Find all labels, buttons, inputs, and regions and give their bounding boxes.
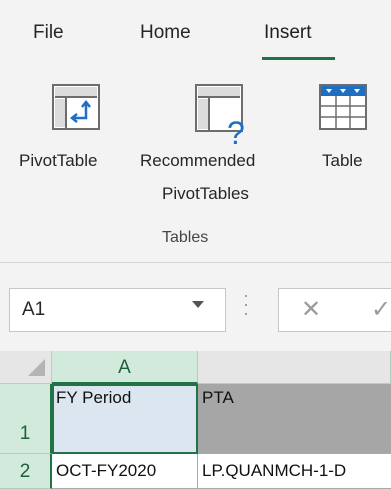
column-header-b[interactable] bbox=[198, 351, 391, 384]
worksheet-grid: A 1 FY Period PTA 2 OCT-FY2020 LP.QUANMC… bbox=[0, 351, 391, 489]
ribbon: File Home Insert PivotTable ? Recommende… bbox=[0, 0, 391, 262]
active-tab-indicator bbox=[262, 57, 335, 60]
resize-handle-icon[interactable] bbox=[245, 295, 248, 323]
table-icon bbox=[319, 84, 367, 130]
pivottable-label: PivotTable bbox=[19, 151, 98, 170]
cancel-icon[interactable]: ✕ bbox=[301, 295, 321, 324]
tab-home[interactable]: Home bbox=[140, 22, 191, 44]
cell-b2[interactable]: LP.QUANMCH-1-D bbox=[198, 454, 391, 489]
recommended-label-line1: Recommended bbox=[140, 151, 256, 170]
row-header-2[interactable]: 2 bbox=[0, 454, 52, 489]
svg-text:?: ? bbox=[227, 115, 245, 146]
pivottable-icon bbox=[52, 84, 100, 130]
group-label-tables: Tables bbox=[162, 229, 209, 246]
name-box-value: A1 bbox=[22, 299, 46, 320]
name-box[interactable]: A1 bbox=[9, 288, 226, 332]
formula-buttons: ✕ ✓ bbox=[278, 288, 391, 332]
chevron-down-icon[interactable] bbox=[192, 301, 204, 308]
select-all-icon bbox=[28, 359, 45, 376]
tab-insert[interactable]: Insert bbox=[264, 22, 312, 44]
row-header-1[interactable]: 1 bbox=[0, 384, 52, 454]
column-header-a[interactable]: A bbox=[52, 351, 198, 384]
recommended-pivottables-icon: ? bbox=[195, 84, 245, 146]
enter-icon[interactable]: ✓ bbox=[371, 295, 391, 324]
select-all-corner[interactable] bbox=[0, 351, 52, 384]
cell-a2[interactable]: OCT-FY2020 bbox=[52, 454, 198, 489]
table-label: Table bbox=[322, 151, 363, 170]
cell-a1[interactable]: FY Period bbox=[52, 384, 198, 454]
recommended-label-line2: PivotTables bbox=[162, 184, 249, 203]
cell-b1[interactable]: PTA bbox=[198, 384, 391, 454]
tab-file[interactable]: File bbox=[33, 22, 64, 44]
